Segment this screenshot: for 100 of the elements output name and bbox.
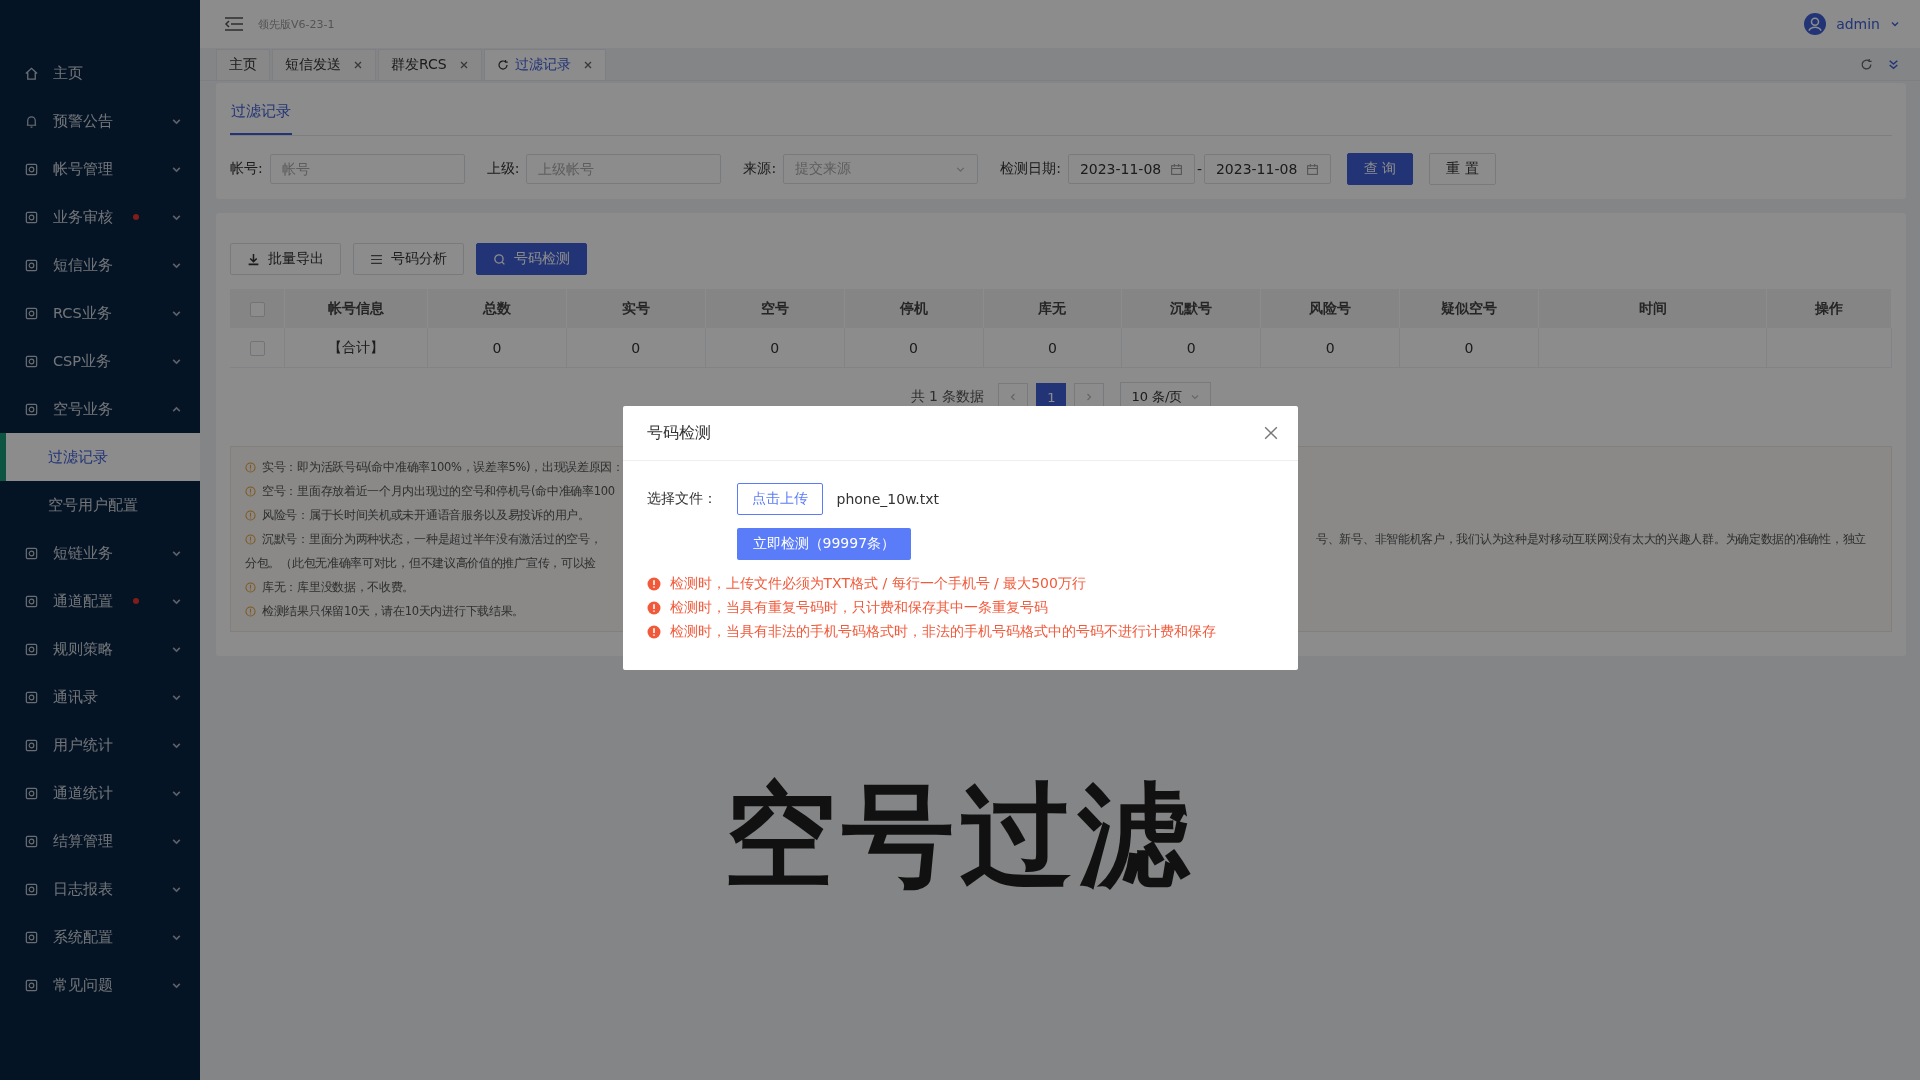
note-text: 库无：库里没数据，不收费。 <box>262 579 415 595</box>
sidebar-item[interactable]: 通道配置 <box>0 577 200 625</box>
column-header: 帐号信息 <box>284 289 428 328</box>
sidebar-item[interactable]: 帐号管理 <box>0 145 200 193</box>
section-tab[interactable]: 过滤记录 <box>230 102 292 135</box>
square-icon <box>24 785 39 801</box>
note-text: 空号：里面存放着近一个月内出现过的空号和停机号(命中准确率100 <box>262 483 615 499</box>
column-header: 库无 <box>983 289 1122 328</box>
sidebar-item[interactable]: 主页 <box>0 49 200 97</box>
table-cell: 0 <box>1399 328 1539 368</box>
square-icon <box>24 833 39 849</box>
square-icon <box>24 593 39 609</box>
note-text: 风险号：属于长时间关机或未开通语音服务以及易投诉的用户。 <box>262 507 590 523</box>
sidebar-item[interactable]: CSP业务 <box>0 337 200 385</box>
toolbar-button[interactable]: 号码分析 <box>353 243 464 275</box>
checkbox[interactable] <box>249 301 265 317</box>
square-icon <box>24 881 39 897</box>
reset-button[interactable]: 重 置 <box>1429 153 1496 185</box>
square-icon <box>24 641 39 657</box>
toolbar-button[interactable]: 号码检测 <box>476 243 587 275</box>
warning-text: 检测时，当具有非法的手机号码格式时，非法的手机号码格式中的号码不进行计费和保存 <box>669 623 1216 641</box>
sidebar-item[interactable]: 用户统计 <box>0 721 200 769</box>
caret-icon <box>1890 19 1900 29</box>
date-field[interactable]: 2023-11-08 <box>1203 154 1331 184</box>
field-label: 选择文件： <box>646 490 718 508</box>
detect-button[interactable]: 立即检测（99997条） <box>736 528 912 560</box>
page-tab[interactable]: 主页 <box>216 49 270 80</box>
table-cell: 0 <box>1260 328 1400 368</box>
menu-icon[interactable] <box>224 16 244 32</box>
sidebar-item[interactable]: 结算管理 <box>0 817 200 865</box>
warning-text: 检测时，上传文件必须为TXT格式 / 每行一个手机号 / 最大500万行 <box>669 575 1086 593</box>
sidebar-subitem[interactable]: 空号用户配置 <box>0 481 200 529</box>
note-text: 沉默号：里面分为两种状态，一种是超过半年没有激活过的空号， <box>262 531 602 547</box>
filter-label: 来源: <box>743 160 777 178</box>
sidebar-item[interactable]: 通道统计 <box>0 769 200 817</box>
date-field[interactable]: 2023-11-08 <box>1067 154 1195 184</box>
sidebar-item[interactable]: 系统配置 <box>0 913 200 961</box>
sidebar-item[interactable]: 空号业务 <box>0 385 200 433</box>
square-icon <box>24 353 39 369</box>
filter-label: 检测日期: <box>1000 160 1061 178</box>
table-cell: 0 <box>983 328 1122 368</box>
column-header: 停机 <box>844 289 983 328</box>
download-icon <box>247 252 260 266</box>
square-icon <box>24 209 39 225</box>
column-header: 时间 <box>1538 289 1767 328</box>
user-menu[interactable]: admin <box>1836 16 1880 32</box>
column-header: 风险号 <box>1260 289 1400 328</box>
sidebar-item[interactable]: 规则策略 <box>0 625 200 673</box>
close-icon[interactable] <box>458 60 469 70</box>
dialog-title: 号码检测 <box>646 422 711 444</box>
filter-label: 上级: <box>486 160 520 178</box>
note-text: 检测结果只保留10天，请在10天内进行下载结果。 <box>262 603 525 619</box>
range-separator: - <box>1196 161 1202 177</box>
close-icon[interactable] <box>1263 426 1278 440</box>
square-icon <box>24 257 39 273</box>
table-cell: 0 <box>844 328 983 368</box>
query-button[interactable]: 查 询 <box>1346 153 1414 185</box>
home-icon <box>24 65 39 81</box>
file-name: phone_10w.txt <box>836 491 939 507</box>
table-cell: 0 <box>566 328 706 368</box>
page-tab[interactable]: 短信发送 <box>272 49 376 80</box>
close-icon[interactable] <box>353 60 363 70</box>
warning-icon <box>646 625 661 639</box>
square-icon <box>24 545 39 561</box>
column-header: 总数 <box>427 289 567 328</box>
table-cell: 【合计】 <box>284 328 428 368</box>
page-tab[interactable]: 过滤记录 <box>483 49 606 80</box>
sidebar-item[interactable]: 短信业务 <box>0 241 200 289</box>
sidebar-subitem[interactable]: 过滤记录 <box>0 433 200 481</box>
square-icon <box>24 401 39 417</box>
note-text: 分包。（此包无准确率可对比，但不建议高价值的推广宣传，可以捡 <box>245 555 596 571</box>
page-tab[interactable]: 群发RCS <box>378 49 482 80</box>
checkbox[interactable] <box>249 340 265 356</box>
caption-text: 空号过滤 <box>724 774 1196 898</box>
sidebar-item[interactable]: 业务审核 <box>0 193 200 241</box>
column-header: 疑似空号 <box>1399 289 1539 328</box>
close-icon[interactable] <box>582 60 593 70</box>
square-icon <box>24 977 39 993</box>
avatar-icon[interactable] <box>1804 13 1827 35</box>
sidebar-item[interactable]: 常见问题 <box>0 961 200 1009</box>
column-header: 操作 <box>1766 289 1892 328</box>
square-icon <box>24 929 39 945</box>
square-icon <box>24 737 39 753</box>
sidebar-item[interactable]: 短链业务 <box>0 529 200 577</box>
sidebar-item[interactable]: 日志报表 <box>0 865 200 913</box>
sidebar-item[interactable]: 通讯录 <box>0 673 200 721</box>
sidebar-item[interactable]: RCS业务 <box>0 289 200 337</box>
search-icon <box>493 252 506 266</box>
calendar-icon <box>1169 162 1183 176</box>
total-count: 共 1 条数据 <box>910 388 985 406</box>
calendar-icon <box>1305 162 1319 176</box>
caret-icon <box>1190 392 1201 402</box>
list-icon <box>370 252 383 266</box>
sidebar-item[interactable]: 预警公告 <box>0 97 200 145</box>
table-cell: 0 <box>1121 328 1261 368</box>
upload-button[interactable]: 点击上传 <box>736 483 823 515</box>
column-header: 沉默号 <box>1121 289 1261 328</box>
double-chevron-icon[interactable] <box>1887 57 1900 71</box>
refresh-icon[interactable] <box>1860 57 1873 71</box>
toolbar-button[interactable]: 批量导出 <box>230 243 341 275</box>
